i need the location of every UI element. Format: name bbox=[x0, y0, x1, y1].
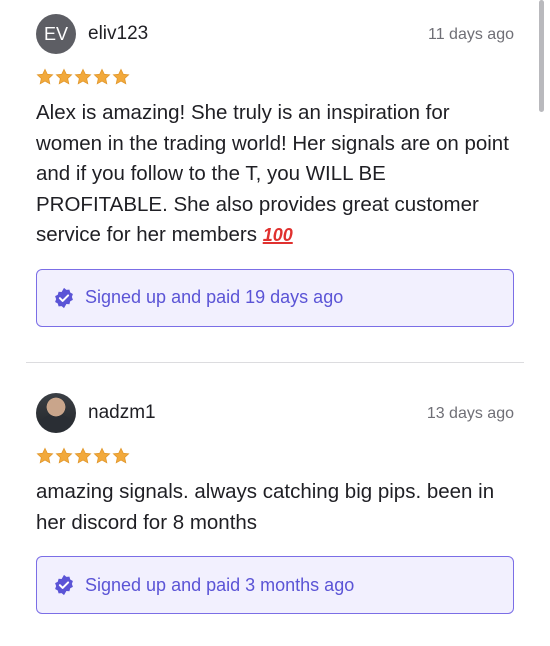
star-rating bbox=[36, 447, 514, 467]
hundred-points-emoji: 100 bbox=[262, 225, 293, 245]
star-icon bbox=[74, 68, 92, 85]
username[interactable]: nadzm1 bbox=[88, 402, 156, 424]
verified-purchase-banner: Signed up and paid 3 months ago bbox=[36, 556, 514, 614]
star-icon bbox=[112, 68, 130, 85]
review-card: EV eliv123 11 days ago Alex is amazing! … bbox=[36, 14, 514, 327]
star-icon bbox=[112, 447, 130, 464]
star-icon bbox=[93, 447, 111, 464]
star-icon bbox=[36, 68, 54, 85]
divider bbox=[26, 362, 524, 363]
avatar[interactable]: EV bbox=[36, 14, 76, 54]
star-rating bbox=[36, 68, 514, 88]
review-text: Alex is amazing! She truly is an inspira… bbox=[36, 98, 514, 251]
verified-badge-icon bbox=[55, 287, 73, 308]
star-icon bbox=[74, 447, 92, 464]
star-icon bbox=[55, 68, 73, 85]
review-text: amazing signals. always catching big pip… bbox=[36, 480, 495, 534]
verified-badge-icon bbox=[55, 574, 73, 596]
avatar[interactable] bbox=[36, 393, 76, 433]
star-icon bbox=[55, 447, 73, 464]
timestamp: 13 days ago bbox=[426, 405, 514, 422]
review-card: nadzm1 13 days ago amazing signals. alwa… bbox=[36, 393, 514, 614]
review-header: EV eliv123 11 days ago bbox=[36, 14, 514, 56]
verified-text: Signed up and paid 3 months ago bbox=[85, 574, 355, 595]
scrollbar[interactable] bbox=[539, 0, 544, 112]
verified-purchase-banner: Signed up and paid 19 days ago bbox=[36, 268, 514, 327]
review-header: nadzm1 13 days ago bbox=[36, 393, 514, 435]
star-icon bbox=[36, 447, 54, 464]
username[interactable]: eliv123 bbox=[88, 23, 148, 45]
verified-text: Signed up and paid 19 days ago bbox=[85, 287, 344, 307]
timestamp: 11 days ago bbox=[428, 26, 514, 43]
star-icon bbox=[93, 68, 111, 85]
